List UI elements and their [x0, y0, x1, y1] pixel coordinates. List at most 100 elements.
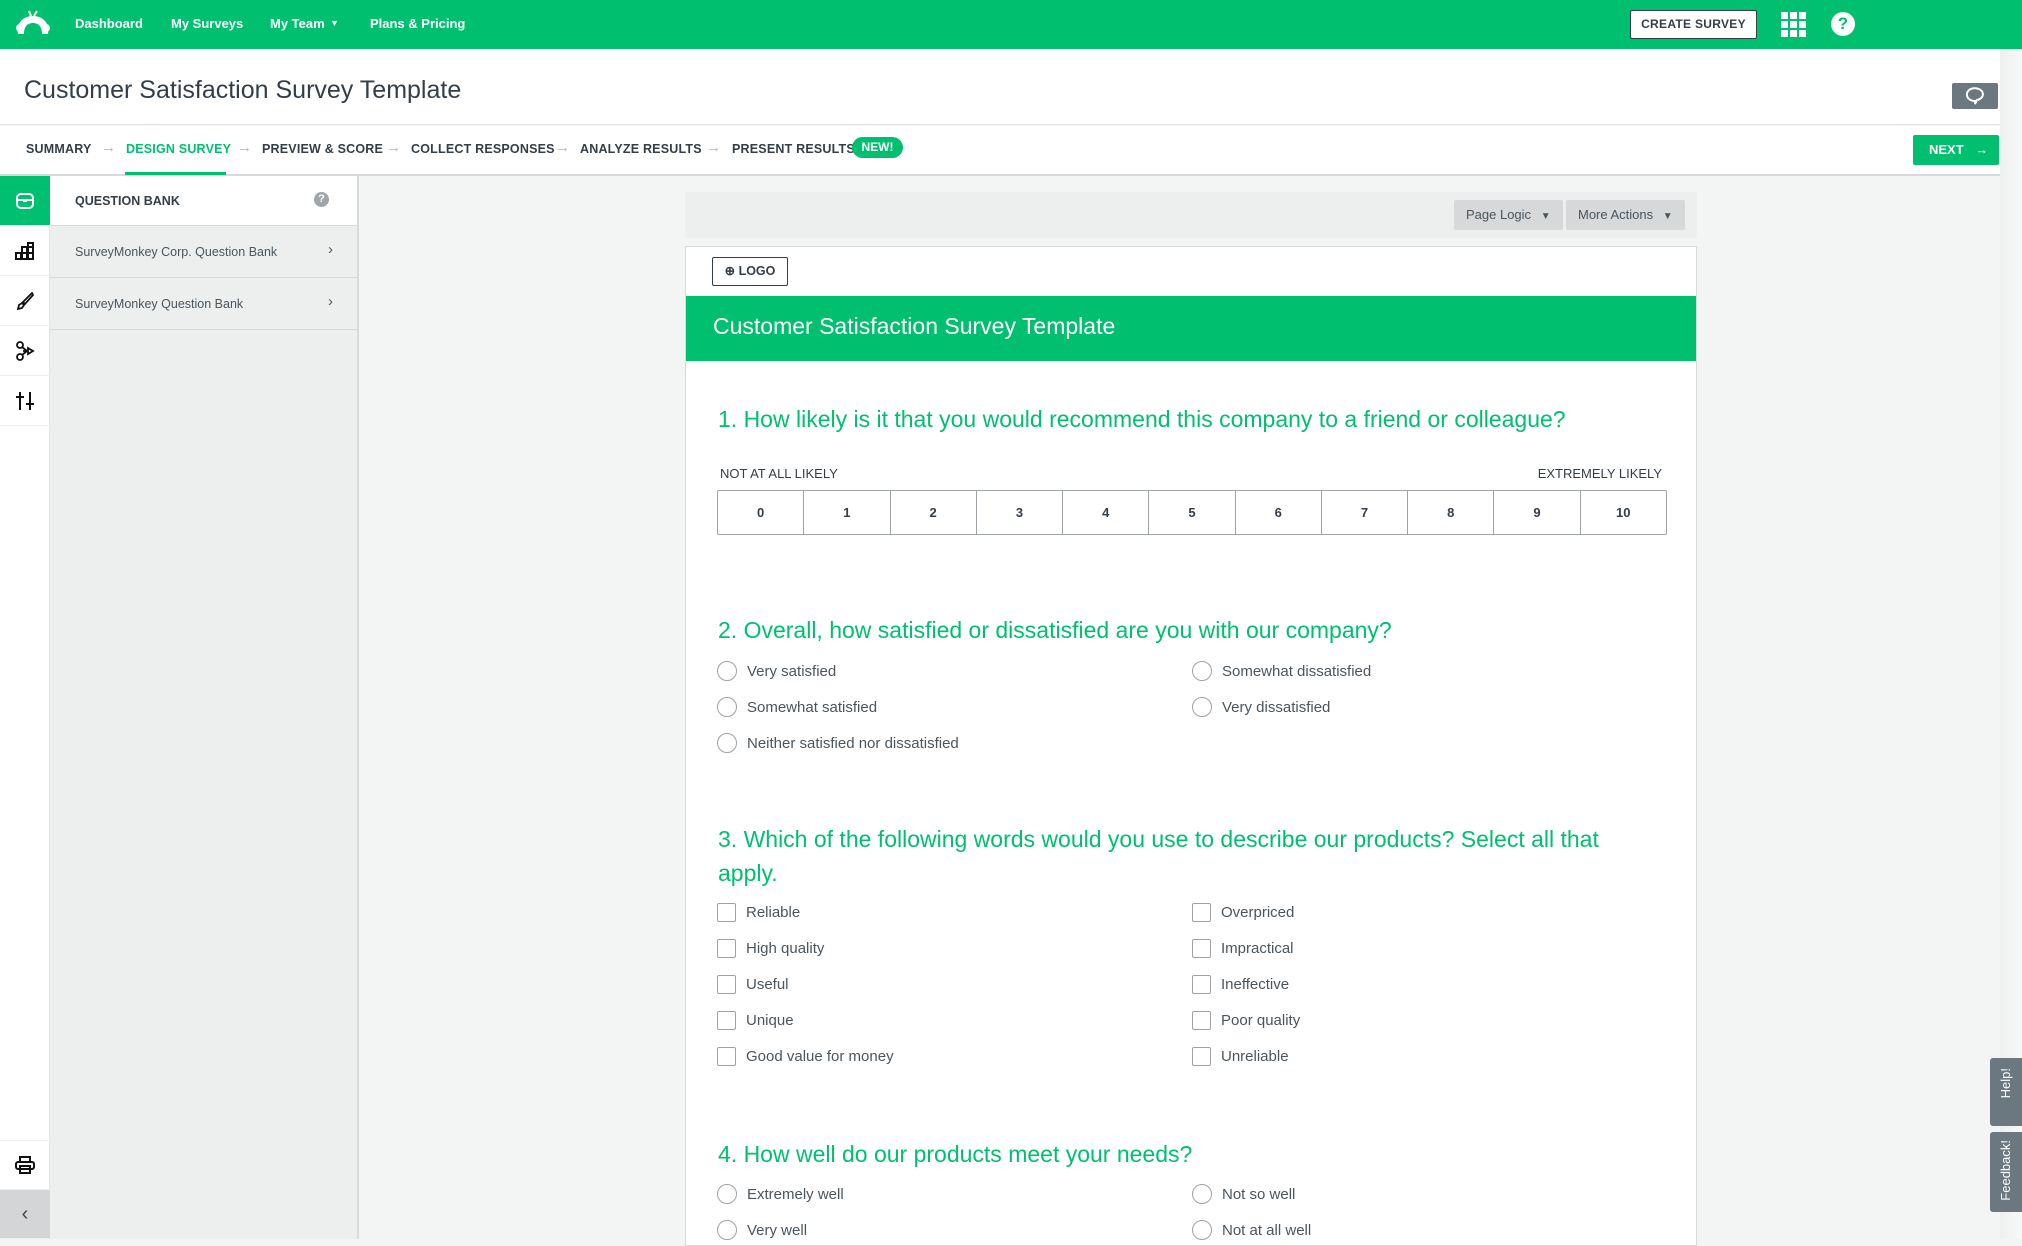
question-bank-header: QUESTION BANK ? [50, 176, 357, 226]
radio-button[interactable] [717, 661, 737, 681]
nav-dashboard[interactable]: Dashboard [75, 16, 143, 31]
builder-tab[interactable] [0, 226, 50, 276]
radio-option[interactable]: Not at all well [1192, 1220, 1311, 1240]
radio-option[interactable]: Not so well [1192, 1184, 1295, 1204]
radio-option[interactable]: Neither satisfied nor dissatisfied [717, 733, 959, 753]
checkbox[interactable] [717, 975, 736, 994]
checkbox-option[interactable]: Unreliable [1192, 1047, 1289, 1066]
scale-option[interactable]: 2 [891, 491, 977, 534]
workflow-steps: SUMMARY → DESIGN SURVEY → PREVIEW & SCOR… [0, 126, 2000, 176]
checkbox-option[interactable]: Overpriced [1192, 903, 1294, 922]
checkbox-option[interactable]: Useful [717, 975, 789, 994]
radio-button[interactable] [1192, 1184, 1212, 1204]
question-bank-item[interactable]: SurveyMonkey Question Bank › [50, 278, 357, 330]
logo-label: LOGO [738, 264, 776, 278]
arrow-right-icon: → [1975, 142, 1989, 157]
scale-option[interactable]: 3 [977, 491, 1064, 534]
comments-button[interactable] [1952, 83, 1998, 109]
help-tab[interactable]: Help! [1990, 1058, 2022, 1126]
radio-button[interactable] [1192, 661, 1212, 681]
collapse-panel-button[interactable]: ‹ [0, 1190, 50, 1239]
question-title[interactable]: 4. How well do our products meet your ne… [718, 1137, 1648, 1171]
radio-button[interactable] [717, 1184, 737, 1204]
top-nav: Dashboard My Surveys My Team ▼ Plans & P… [0, 0, 2022, 49]
print-button[interactable] [0, 1140, 50, 1190]
radio-option[interactable]: Very dissatisfied [1192, 697, 1330, 717]
arrow-right-icon: → [555, 139, 570, 156]
question-bank-tab[interactable] [0, 176, 50, 226]
question-bank-item[interactable]: SurveyMonkey Corp. Question Bank › [50, 226, 357, 278]
scale-option[interactable]: 10 [1581, 491, 1666, 534]
page-logic-button[interactable]: Page Logic ▼ [1454, 200, 1563, 230]
question-bank-item-label: SurveyMonkey Corp. Question Bank [75, 245, 278, 259]
feedback-tab[interactable]: Feedback! [1990, 1132, 2022, 1212]
checkbox[interactable] [1192, 1047, 1211, 1066]
radio-option[interactable]: Very well [717, 1220, 807, 1240]
apps-grid-icon[interactable] [1781, 12, 1806, 37]
radio-button[interactable] [717, 733, 737, 753]
scale-option[interactable]: 0 [718, 491, 805, 534]
survey-title-header[interactable]: Customer Satisfaction Survey Template [686, 296, 1696, 361]
page-title: Customer Satisfaction Survey Template [24, 76, 462, 104]
checkbox-option[interactable]: Reliable [717, 903, 800, 922]
checkbox-option[interactable]: Poor quality [1192, 1011, 1300, 1030]
checkbox[interactable] [717, 1047, 736, 1066]
question-title[interactable]: 1. How likely is it that you would recom… [718, 402, 1648, 436]
scale-option[interactable]: 9 [1494, 491, 1581, 534]
builder-icon-rail: ‹ [0, 176, 50, 1239]
design-tab[interactable] [0, 276, 50, 326]
step-preview-score[interactable]: PREVIEW & SCORE [262, 142, 383, 156]
scale-option[interactable]: 4 [1063, 491, 1150, 534]
radio-option[interactable]: Extremely well [717, 1184, 844, 1204]
question-bank-item-label: SurveyMonkey Question Bank [75, 297, 244, 311]
option-label: Very satisfied [747, 662, 837, 680]
step-present-results[interactable]: PRESENT RESULTS [732, 142, 855, 156]
checkbox[interactable] [717, 939, 736, 958]
scale-option[interactable]: 6 [1236, 491, 1322, 534]
help-tab-label: Help! [1998, 1068, 2013, 1099]
help-icon[interactable]: ? [1831, 12, 1855, 36]
page-logic-label: Page Logic [1466, 207, 1532, 222]
options-tab[interactable] [0, 376, 50, 426]
checkbox[interactable] [1192, 903, 1211, 922]
step-analyze-results[interactable]: ANALYZE RESULTS [580, 142, 702, 156]
checkbox-option[interactable]: Unique [717, 1011, 794, 1030]
nav-my-team[interactable]: My Team [270, 16, 325, 31]
checkbox[interactable] [717, 1011, 736, 1030]
help-icon[interactable]: ? [314, 192, 329, 207]
step-summary[interactable]: SUMMARY [26, 142, 92, 156]
radio-option[interactable]: Very satisfied [717, 661, 836, 681]
radio-button[interactable] [717, 1220, 737, 1240]
nav-my-surveys[interactable]: My Surveys [171, 16, 243, 31]
checkbox[interactable] [1192, 939, 1211, 958]
add-logo-button[interactable]: ⊕ LOGO [712, 257, 788, 286]
checkbox-option[interactable]: Ineffective [1192, 975, 1289, 994]
surveymonkey-logo-icon[interactable] [14, 10, 52, 36]
scale-option[interactable]: 1 [804, 491, 891, 534]
radio-option[interactable]: Somewhat satisfied [717, 697, 877, 717]
checkbox[interactable] [717, 903, 736, 922]
next-button[interactable]: NEXT → [1913, 135, 1999, 165]
step-collect-responses[interactable]: COLLECT RESPONSES [411, 142, 555, 156]
question-title[interactable]: 2. Overall, how satisfied or dissatisfie… [718, 613, 1648, 647]
more-actions-button[interactable]: More Actions ▼ [1566, 200, 1685, 230]
nav-plans-pricing[interactable]: Plans & Pricing [370, 16, 465, 31]
radio-button[interactable] [717, 697, 737, 717]
checkbox-option[interactable]: High quality [717, 939, 824, 958]
step-design-survey[interactable]: DESIGN SURVEY [126, 142, 231, 156]
question-title[interactable]: 3. Which of the following words would yo… [718, 822, 1648, 890]
create-survey-button[interactable]: CREATE SURVEY [1630, 10, 1757, 39]
radio-option[interactable]: Somewhat dissatisfied [1192, 661, 1371, 681]
checkbox[interactable] [1192, 1011, 1211, 1030]
checkbox[interactable] [1192, 975, 1211, 994]
checkbox-option[interactable]: Good value for money [717, 1047, 894, 1066]
option-label: Unreliable [1221, 1048, 1289, 1065]
radio-button[interactable] [1192, 1220, 1212, 1240]
scale-option[interactable]: 7 [1322, 491, 1409, 534]
scale-option[interactable]: 5 [1149, 491, 1236, 534]
checkbox-option[interactable]: Impractical [1192, 939, 1294, 958]
scale-option[interactable]: 8 [1408, 491, 1495, 534]
logic-tab[interactable] [0, 326, 50, 376]
option-label: Extremely well [747, 1185, 844, 1203]
radio-button[interactable] [1192, 697, 1212, 717]
